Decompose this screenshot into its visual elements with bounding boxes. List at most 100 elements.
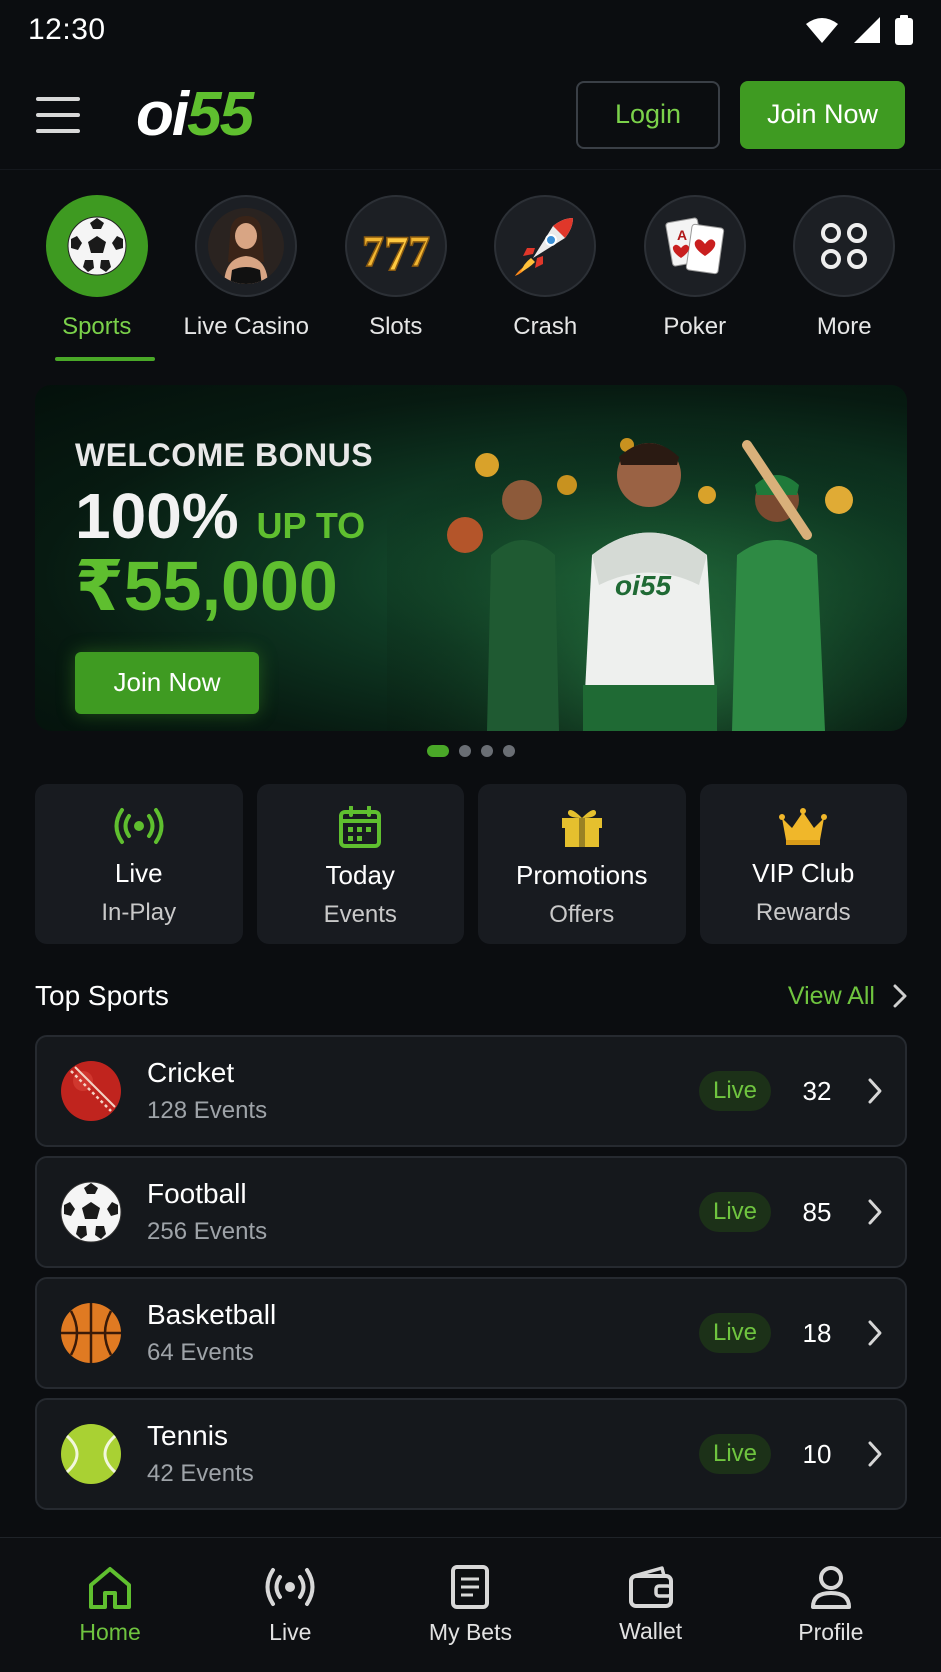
section-title: Top Sports (35, 980, 169, 1011)
carousel-dot[interactable] (480, 745, 493, 757)
cricket-ball-icon (61, 1061, 121, 1121)
slots-777-icon: 7 7 7 (361, 224, 431, 276)
sport-name: Tennis (147, 1420, 228, 1451)
sport-row-football[interactable]: Football 256 Events Live 85 (35, 1156, 907, 1268)
wifi-icon (806, 18, 838, 43)
tile-title: Promotions (516, 860, 648, 890)
sport-row-tennis[interactable]: Tennis 42 Events Live 10 (35, 1398, 907, 1510)
chevron-right-icon (868, 1078, 882, 1104)
event-count: 64 Events (147, 1339, 254, 1366)
sport-name: Football (147, 1178, 247, 1209)
category-label: Slots (369, 313, 423, 340)
tile-vip-club[interactable]: VIP Club Rewards (699, 784, 907, 944)
nav-label: My Bets (428, 1618, 512, 1645)
svg-text:A: A (677, 227, 687, 243)
live-dealer-icon (208, 208, 285, 284)
tile-subtitle: Events (323, 901, 397, 928)
signal-icon (854, 17, 880, 43)
chevron-right-icon (893, 984, 907, 1008)
carousel-dot[interactable] (426, 745, 449, 757)
wallet-icon (628, 1565, 673, 1608)
event-count: 128 Events (147, 1097, 268, 1124)
category-sports[interactable]: Sports (22, 195, 172, 365)
category-crash[interactable]: Crash (471, 195, 621, 365)
sport-info: Basketball 64 Events (147, 1299, 699, 1367)
brand-logo[interactable]: oi55 (136, 83, 254, 146)
tile-subtitle: In-Play (101, 899, 177, 926)
gift-icon (561, 810, 602, 847)
sport-row-basketball[interactable]: Basketball 64 Events Live 18 (35, 1277, 907, 1389)
sport-info: Cricket 128 Events (147, 1057, 699, 1125)
playing-cards-icon: A (665, 217, 724, 275)
tile-promotions-offers[interactable]: Promotions Offers (478, 784, 686, 944)
tile-today-events[interactable]: Today Events (256, 784, 464, 944)
rocket-icon (515, 218, 574, 276)
header-actions: Login Join Now (576, 80, 905, 149)
banner-percent: 100% UP TO (75, 480, 366, 552)
sport-name: Basketball (147, 1299, 277, 1330)
chevron-right-icon (868, 1320, 882, 1346)
nav-label: Wallet (619, 1617, 683, 1644)
welcome-bonus-banner[interactable]: oi55 WELCOME BONUS 100% UP TO ₹55,000 Jo… (35, 385, 907, 731)
live-badge: Live (699, 1434, 771, 1474)
profile-icon (810, 1565, 851, 1609)
nav-label: Live (269, 1618, 312, 1645)
category-live-casino[interactable]: Live Casino (172, 195, 322, 365)
carousel-dot[interactable] (458, 745, 471, 757)
login-button[interactable]: Login (576, 80, 720, 149)
status-bar: 12:30 (0, 0, 941, 60)
nav-my-bets[interactable]: My Bets (395, 1564, 545, 1646)
event-count: 256 Events (147, 1218, 268, 1245)
live-count: 32 (802, 1075, 832, 1106)
live-count: 85 (802, 1196, 832, 1227)
live-count: 10 (802, 1438, 832, 1469)
category-label: Sports (62, 313, 132, 340)
home-icon (89, 1566, 132, 1609)
view-all-link[interactable]: View All (788, 982, 907, 1011)
category-slots[interactable]: 7 7 7 Slots (321, 195, 471, 365)
carousel-dot[interactable] (502, 745, 515, 757)
live-badge: Live (699, 1192, 771, 1232)
live-count: 18 (802, 1317, 832, 1348)
category-more[interactable]: More (770, 195, 920, 365)
sport-info: Football 256 Events (147, 1178, 699, 1246)
app-screen: 12:30 oi55 Login Join Now Sports Live Ca… (0, 0, 941, 1672)
chevron-right-icon (868, 1441, 882, 1467)
category-label: More (816, 313, 872, 340)
broadcast-icon (265, 1567, 315, 1606)
tennis-ball-icon (61, 1424, 121, 1484)
tile-subtitle: Offers (549, 901, 615, 928)
basketball-icon (61, 1303, 121, 1363)
category-label: Live Casino (183, 313, 309, 340)
bet-slip-icon (451, 1564, 490, 1609)
quick-links: Live In-Play Today Events Promotions Off… (35, 784, 907, 944)
battery-icon (895, 15, 913, 45)
tile-title: Live (114, 858, 163, 888)
tile-live-in-play[interactable]: Live In-Play (35, 784, 243, 944)
grid-dots-icon (821, 223, 868, 269)
broadcast-icon (114, 808, 164, 844)
nav-profile[interactable]: Profile (756, 1565, 906, 1646)
category-poker[interactable]: A Poker (620, 195, 770, 365)
svg-text:7: 7 (384, 225, 409, 276)
jersey-logo: oi55 (615, 570, 671, 601)
live-badge: Live (699, 1313, 771, 1353)
nav-home[interactable]: Home (35, 1565, 185, 1646)
nav-label: Profile (798, 1618, 864, 1645)
crown-icon (779, 808, 828, 845)
join-now-button[interactable]: Join Now (740, 80, 905, 149)
nav-wallet[interactable]: Wallet (576, 1565, 726, 1645)
menu-icon[interactable] (36, 96, 80, 133)
status-time: 12:30 (28, 13, 106, 46)
banner-title: WELCOME BONUS (75, 437, 374, 473)
category-label: Crash (513, 313, 578, 340)
football-icon (60, 1181, 122, 1243)
carousel-indicator (0, 745, 941, 757)
nav-live[interactable]: Live (215, 1565, 365, 1646)
sport-row-cricket[interactable]: Cricket 128 Events Live 32 (35, 1035, 907, 1147)
soccer-ball-icon (67, 216, 127, 276)
banner-join-button[interactable]: Join Now (75, 651, 259, 714)
chevron-right-icon (868, 1199, 882, 1225)
status-icons (805, 15, 913, 45)
category-label: Poker (663, 313, 727, 340)
